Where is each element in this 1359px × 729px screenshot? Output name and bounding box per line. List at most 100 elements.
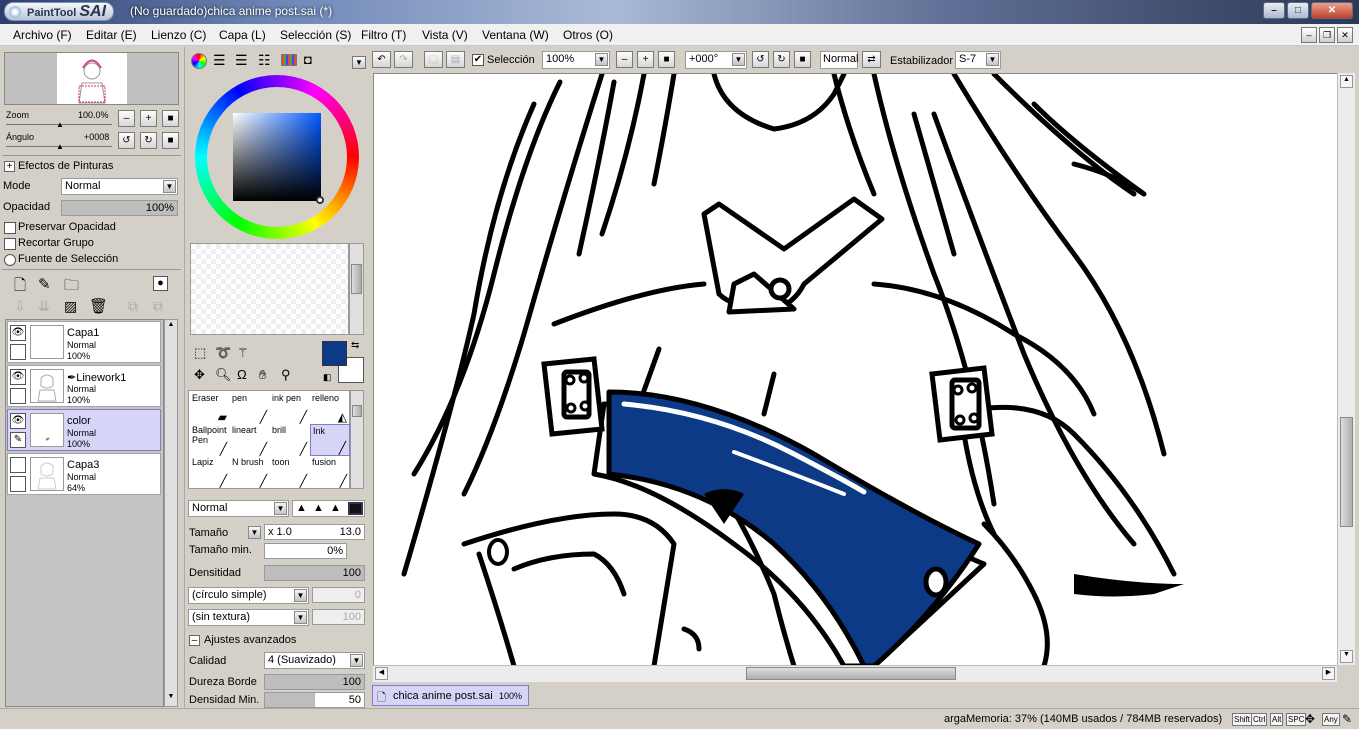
color-wheel[interactable] — [195, 75, 359, 264]
primary-color-swatch-top[interactable] — [322, 341, 347, 366]
brush-n-brush[interactable]: N brush ╱ — [230, 456, 270, 488]
brush-shape-strength[interactable]: 0 — [312, 587, 365, 603]
paint-effects-header[interactable]: Efectos de Pinturas — [18, 160, 113, 172]
clip-group-checkbox[interactable] — [4, 238, 16, 250]
deselect-button[interactable]: ⬚ — [424, 51, 443, 68]
eye-icon[interactable]: 👁 — [10, 413, 26, 429]
brush-brill[interactable]: brill ╱ — [270, 424, 310, 456]
swatches-tab-icon[interactable]: ☷ — [258, 52, 271, 69]
maximize-window-button[interactable]: □ — [1287, 2, 1309, 19]
eye-hidden-box[interactable] — [10, 457, 26, 473]
layer-list-scrollbar[interactable]: ▲ ▼ — [164, 319, 178, 707]
new-folder-icon[interactable]: 🗀 — [64, 275, 79, 300]
layer-item[interactable]: 👁 Capa1 Normal 100% — [7, 321, 161, 363]
close-window-button[interactable]: ✕ — [1311, 2, 1353, 19]
menu-filtro[interactable]: Filtro (T) — [361, 28, 406, 42]
brush-ink-pen[interactable]: ink pen ╱ — [270, 392, 310, 424]
menu-editar[interactable]: Editar (E) — [86, 28, 137, 42]
canvas-rotate-right-button[interactable]: ↻ — [773, 51, 790, 68]
min-density-slider[interactable]: 50 — [264, 692, 365, 708]
brush-relleno[interactable]: relleno ◭ — [310, 392, 350, 424]
saturation-value-square[interactable] — [233, 113, 321, 201]
eye-icon[interactable]: 👁 — [10, 369, 26, 385]
move-icon[interactable]: ✥ — [194, 367, 205, 383]
color-wheel-tab-icon[interactable] — [191, 53, 207, 69]
zoom-in-button[interactable]: + — [140, 110, 157, 127]
scroll-right-icon[interactable]: ▶ — [1322, 667, 1335, 680]
mdi-close-button[interactable]: ✕ — [1337, 27, 1353, 43]
opacity-slider[interactable]: 100% — [61, 200, 178, 216]
min-size-slider[interactable]: 0% — [264, 543, 347, 559]
stabilizer-select[interactable]: S-7 ▼ — [955, 51, 1001, 69]
brush-texture-strength[interactable]: 100 — [312, 609, 365, 625]
panel-options-icon[interactable]: ▼ — [352, 56, 366, 69]
layer-lock-box[interactable] — [10, 476, 26, 492]
rotate-left-button[interactable]: ↺ — [118, 132, 135, 149]
menu-archivo[interactable]: Archivo (F) — [13, 28, 72, 42]
horizontal-scrollbar-thumb[interactable] — [746, 667, 956, 680]
merge-down-icon[interactable]: ⇊ — [38, 298, 50, 315]
magic-wand-icon[interactable]: ⚚ — [237, 345, 249, 361]
hsv-slider-tab-icon[interactable]: ☰ — [235, 52, 248, 69]
zoom-out-button[interactable]: – — [118, 110, 135, 127]
zoom-slider-handle[interactable]: ▲ — [56, 120, 64, 129]
rotate-icon[interactable]: Ω — [237, 367, 247, 382]
scratchpad-scrollbar[interactable] — [349, 243, 364, 335]
advanced-settings-header[interactable]: Ajustes avanzados — [204, 634, 296, 646]
canvas-rotate-left-button[interactable]: ↺ — [752, 51, 769, 68]
transparent-color-icon[interactable]: ◧ — [323, 372, 332, 383]
new-linework-layer-icon[interactable]: ✎ — [38, 275, 51, 293]
scrollbar-thumb[interactable] — [352, 405, 362, 417]
mdi-restore-button[interactable]: ❐ — [1319, 27, 1335, 43]
scroll-up-icon[interactable]: ▲ — [1340, 75, 1353, 88]
layer-mask-icon[interactable]: ● — [153, 276, 168, 291]
undo-button[interactable]: ↶ — [372, 51, 391, 68]
selection-source-radio[interactable] — [4, 254, 16, 266]
brush-grid-scrollbar[interactable] — [350, 390, 364, 489]
eye-icon[interactable]: 👁 — [10, 325, 26, 341]
mdi-minimize-button[interactable]: – — [1301, 27, 1317, 43]
selection-visible-checkbox[interactable]: ✔ — [472, 54, 484, 66]
brush-toon[interactable]: toon ╱ — [270, 456, 310, 488]
invert-selection-button[interactable]: ▤ — [446, 51, 465, 68]
layer-lock-box[interactable] — [10, 344, 26, 360]
square-tip-icon[interactable] — [348, 502, 363, 515]
size-multiplier-dropdown-icon[interactable]: ▼ — [248, 526, 261, 539]
rotate-reset-button[interactable]: ■ — [162, 132, 179, 149]
layer-item[interactable]: 👁 ✒Linework1 Normal 100% — [7, 365, 161, 407]
menu-otros[interactable]: Otros (O) — [563, 28, 613, 42]
color-picker-handle[interactable] — [316, 196, 324, 204]
brush-lapiz[interactable]: Lapiz ╱ — [190, 456, 230, 488]
hand-icon[interactable]: ✋︎ — [259, 367, 266, 383]
swap-colors-icon[interactable]: ⇆ — [351, 340, 359, 351]
density-slider[interactable]: 100 — [264, 565, 365, 581]
brush-pen[interactable]: pen ╱ — [230, 392, 270, 424]
brush-fusion[interactable]: fusion ╱ — [310, 456, 350, 488]
flip-horizontal-button[interactable]: ⇄ — [862, 51, 881, 68]
brush-ballpoint-pen[interactable]: Ballpoint Pen ╱ — [190, 424, 230, 456]
edge-hardness-slider[interactable]: 100 — [264, 674, 365, 690]
quality-select[interactable]: 4 (Suavizado) ▼ — [264, 652, 365, 669]
brush-edit-icon[interactable]: ✎ — [10, 432, 26, 448]
zoom-icon[interactable]: 🔍︎ — [215, 367, 232, 383]
new-layer-icon[interactable]: 🗋 — [14, 275, 26, 300]
transfer-down-icon[interactable]: ⇩ — [14, 298, 26, 315]
scratchpad[interactable] — [190, 243, 349, 335]
canvas-view-mode[interactable]: Normal — [820, 51, 858, 69]
scrollbar-thumb[interactable] — [351, 264, 362, 294]
link-mask-icon[interactable]: ⧉ — [153, 298, 163, 315]
drawing-canvas[interactable] — [373, 73, 1337, 665]
scroll-up-icon[interactable]: ▲ — [166, 321, 176, 333]
scroll-down-icon[interactable]: ▼ — [1340, 650, 1353, 663]
rgb-slider-tab-icon[interactable]: ☰ — [213, 52, 226, 69]
brush-shape-selector[interactable]: ▲ ▲ ▲ — [292, 500, 365, 517]
brush-ink[interactable]: Ink ╱ — [310, 424, 350, 456]
preserve-opacity-checkbox[interactable] — [4, 222, 16, 234]
brush-eraser[interactable]: Eraser ▰ — [190, 392, 230, 424]
brush-texture-select[interactable]: (sin textura) ▼ — [188, 609, 309, 626]
canvas-zoom-in-button[interactable]: + — [637, 51, 654, 68]
hard-tip-icon[interactable]: ▲ — [330, 502, 341, 514]
redo-button[interactable]: ↷ — [394, 51, 413, 68]
canvas-rotate-reset-button[interactable]: ■ — [794, 51, 811, 68]
canvas-zoom-reset-button[interactable]: ■ — [658, 51, 675, 68]
